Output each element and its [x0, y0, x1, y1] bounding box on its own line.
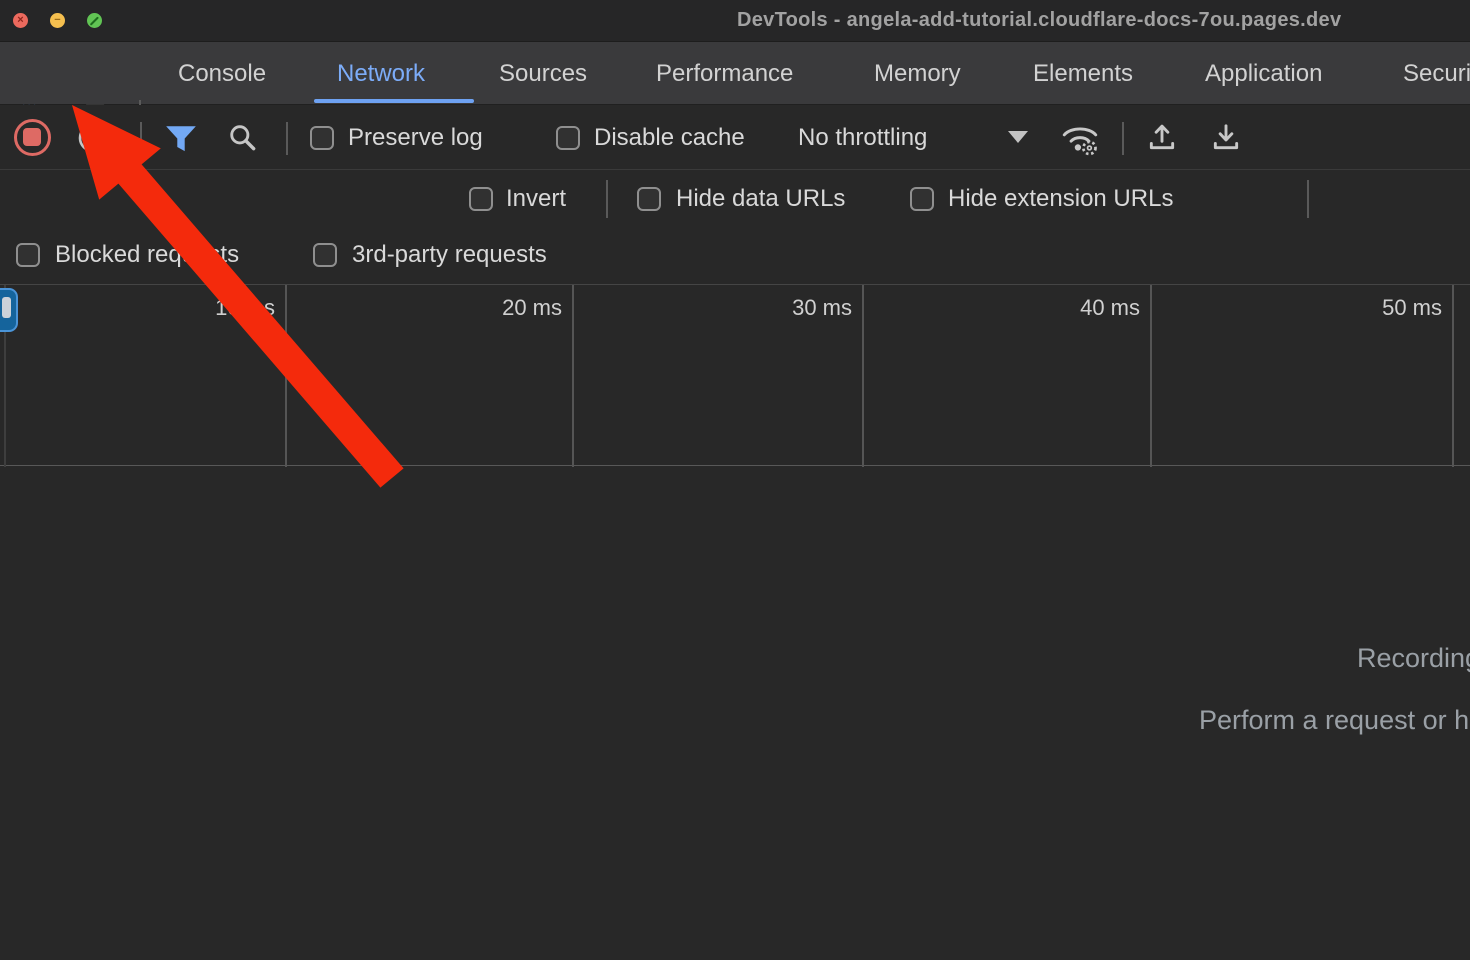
- hide-extension-urls-checkbox[interactable]: [910, 187, 934, 211]
- active-tab-underline: [314, 99, 474, 103]
- tab-security[interactable]: Security: [1403, 60, 1470, 88]
- filter-toggle-button[interactable]: [163, 123, 199, 160]
- record-network-log-button[interactable]: [14, 119, 51, 156]
- timeline-divider: [862, 285, 864, 467]
- disable-cache-checkbox[interactable]: [556, 126, 580, 150]
- perform-request-hint-text: Perform a request or hit ⌘ R to record t…: [1199, 705, 1470, 736]
- third-party-requests-checkbox[interactable]: [313, 243, 337, 267]
- timeline-tick: 30 ms: [792, 295, 852, 321]
- clear-network-log-button[interactable]: [76, 121, 110, 160]
- clear-icon: [76, 121, 110, 155]
- zoom-icon: [90, 16, 99, 25]
- timeline-divider: [1452, 285, 1454, 467]
- zoom-window-button[interactable]: [87, 13, 102, 28]
- toolbar-divider: [286, 122, 288, 155]
- devtools-tab-bar: Console Network Sources Performance Memo…: [0, 42, 1470, 105]
- third-party-requests-label: 3rd-party requests: [352, 241, 547, 269]
- network-conditions-button[interactable]: [1058, 119, 1102, 162]
- chevron-down-icon[interactable]: [1008, 131, 1028, 143]
- search-button[interactable]: [226, 121, 260, 160]
- toolbar-divider: [140, 122, 142, 155]
- disable-cache-label: Disable cache: [594, 124, 745, 152]
- recording-status-text: Recording network activity…: [1357, 643, 1470, 674]
- tab-sources[interactable]: Sources: [499, 60, 587, 88]
- tab-elements[interactable]: Elements: [1033, 60, 1133, 88]
- timeline-tick: 10 ms: [215, 295, 275, 321]
- wifi-gear-icon: [1058, 119, 1102, 157]
- import-icon: [1146, 121, 1178, 153]
- preserve-log-checkbox[interactable]: [310, 126, 334, 150]
- preserve-log-label: Preserve log: [348, 124, 483, 152]
- filter-row-divider: [606, 180, 608, 218]
- minimize-window-button[interactable]: −: [50, 13, 65, 28]
- hide-extension-urls-label: Hide extension URLs: [948, 185, 1173, 213]
- title-bar: × − DevTools - angela-add-tutorial.cloud…: [0, 0, 1470, 42]
- export-icon: [1210, 121, 1242, 153]
- devtools-window: × − DevTools - angela-add-tutorial.cloud…: [0, 0, 1470, 960]
- hide-data-urls-label: Hide data URLs: [676, 185, 845, 213]
- tab-performance[interactable]: Performance: [656, 60, 793, 88]
- timeline-tick: 40 ms: [1080, 295, 1140, 321]
- filter-row: Invert Hide data URLs Hide extension URL…: [0, 170, 1470, 228]
- timeline-divider: [285, 285, 287, 467]
- invert-label: Invert: [506, 185, 566, 213]
- filter-row-divider: [1307, 180, 1309, 218]
- timeline-tick: 20 ms: [502, 295, 562, 321]
- blocked-requests-checkbox[interactable]: [16, 243, 40, 267]
- timeline-divider: [1150, 285, 1152, 467]
- throttling-select[interactable]: No throttling: [798, 124, 927, 152]
- search-icon: [226, 121, 260, 155]
- toolbar-divider: [1122, 122, 1124, 155]
- minimize-icon: −: [50, 13, 65, 28]
- export-har-button[interactable]: [1210, 121, 1242, 158]
- edge-clipped-element-inner: [2, 297, 11, 318]
- hide-data-urls-checkbox[interactable]: [637, 187, 661, 211]
- tab-network[interactable]: Network: [337, 60, 425, 88]
- tab-memory[interactable]: Memory: [874, 60, 961, 88]
- edge-clipped-element: [0, 288, 18, 332]
- timeline-tick: 50 ms: [1382, 295, 1442, 321]
- tab-console[interactable]: Console: [178, 60, 266, 88]
- close-icon: ×: [13, 13, 28, 28]
- network-overview-timeline: 10 ms 20 ms 30 ms 40 ms 50 ms: [0, 284, 1470, 466]
- more-filters-row: Blocked requests 3rd-party requests: [0, 228, 1470, 284]
- record-stop-icon: [23, 128, 41, 146]
- close-window-button[interactable]: ×: [13, 13, 28, 28]
- window-title: DevTools - angela-add-tutorial.cloudflar…: [737, 9, 1341, 32]
- funnel-icon: [163, 123, 199, 155]
- invert-checkbox[interactable]: [469, 187, 493, 211]
- blocked-requests-label: Blocked requests: [55, 241, 239, 269]
- tab-application[interactable]: Application: [1205, 60, 1322, 88]
- timeline-divider: [572, 285, 574, 467]
- import-har-button[interactable]: [1146, 121, 1178, 158]
